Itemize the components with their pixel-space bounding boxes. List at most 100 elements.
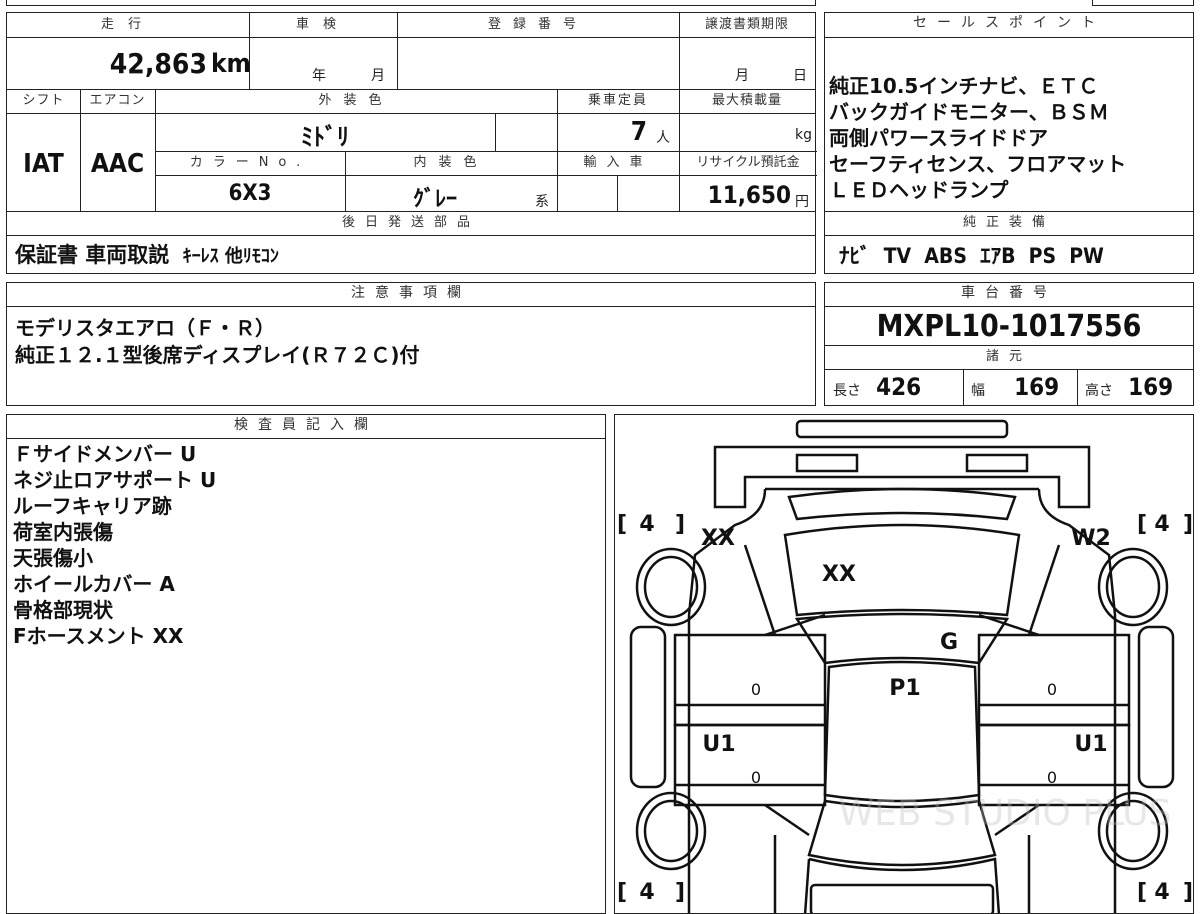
sales-points-label: セールスポイント	[825, 13, 1193, 38]
mileage-unit: km	[211, 49, 251, 79]
svg-text:]: ]	[675, 880, 685, 905]
sales-line: 両側パワースライドドア	[829, 126, 1048, 150]
tire-rear-right-value: 4	[1154, 880, 1169, 905]
later-parts-main: 保証書 車両取説	[15, 243, 170, 267]
length-label: 長さ	[833, 383, 861, 399]
svg-text:]: ]	[675, 512, 685, 537]
mark-left-sill: U1	[702, 732, 735, 757]
inspector-panel: 検査員記入欄 Ｆサイドメンバー U ネジ止ロアサポート U ルーフキャリア跡 荷…	[6, 414, 606, 914]
svg-text:]: ]	[1183, 880, 1193, 905]
ac-label: エアコン	[89, 93, 146, 108]
tire-front-right-value: 4	[1154, 512, 1169, 537]
import-label: 輸入車	[583, 155, 653, 170]
color-no-label: カラーNo.	[189, 155, 311, 170]
svg-text:[: [	[1137, 512, 1147, 537]
inspector-line: Fホースメント XX	[13, 624, 184, 648]
mileage-value: 42,863	[109, 47, 207, 80]
max-load-label: 最大積載量	[711, 93, 782, 108]
svg-text:]: ]	[1183, 512, 1193, 537]
sales-points-panel: セールスポイント 純正10.5インチナビ、ＥＴＣ バックガイドモニター、ＢＳＭ …	[824, 12, 1194, 274]
registration-label: 登録番号	[487, 17, 588, 32]
svg-text:[: [	[617, 880, 627, 905]
notes-list: モデリスタエアロ（Ｆ・Ｒ） 純正１２.１型後席ディスプレイ(Ｒ７２Ｃ)付	[15, 315, 419, 369]
recycle-label: リサイクル預託金	[696, 155, 800, 170]
notes-label: 注意事項欄	[7, 283, 815, 307]
zero-mark: 0	[751, 768, 761, 787]
length-value: 426	[876, 373, 922, 401]
mark-bonnet: XX	[822, 562, 856, 587]
inspector-line: ホイールカバー A	[13, 572, 175, 596]
inspector-line: 荷室内張傷	[13, 520, 113, 544]
interior-suffix: 系	[535, 194, 549, 210]
tire-rear-left-value: 4	[639, 880, 654, 905]
interior-color-value: ｸﾞﾚｰ	[412, 187, 457, 212]
wheel-front-right	[1097, 547, 1169, 627]
notes-panel: 注意事項欄 モデリスタエアロ（Ｆ・Ｒ） 純正１２.１型後席ディスプレイ(Ｒ７２Ｃ…	[6, 282, 816, 406]
front-bumper-outline	[795, 419, 1009, 439]
top-cropped-row	[6, 0, 816, 6]
mark-windshield: G	[940, 630, 958, 655]
bonnet-top	[787, 487, 1017, 521]
chassis-label: 車台番号	[825, 283, 1193, 307]
transfer-day: 日	[793, 68, 807, 84]
left-sill	[629, 625, 667, 789]
inspection-label: 車検	[295, 17, 350, 32]
mark-roof: P1	[889, 676, 920, 701]
chassis-panel: 車台番号 MXPL10-1017556 諸元 長さ 426 幅 169 高さ 1…	[824, 282, 1194, 406]
notes-line: 純正１２.１型後席ディスプレイ(Ｒ７２Ｃ)付	[15, 343, 420, 367]
inspector-line: 天張傷小	[13, 546, 93, 570]
max-load-unit: kg	[795, 127, 812, 143]
grille-outline	[713, 445, 1091, 509]
svg-text:[: [	[1137, 880, 1147, 905]
later-parts-label: 後日発送部品	[341, 215, 480, 230]
headlight-left	[795, 453, 859, 473]
right-sill	[1137, 625, 1175, 789]
mark-front-right: W2	[1071, 526, 1111, 551]
inspection-month: 月	[371, 68, 385, 84]
recycle-value: 11,650	[707, 181, 791, 209]
svg-text:[: [	[617, 512, 627, 537]
sales-line: ＬＥＤヘッドランプ	[829, 178, 1009, 202]
zero-mark: 0	[1047, 768, 1057, 787]
transfer-month: 月	[735, 68, 749, 84]
bonnet	[783, 523, 1021, 617]
mileage-label: 走行	[100, 17, 155, 32]
exterior-color-value: ﾐﾄﾞﾘ	[301, 123, 349, 151]
tire-front-left-value: 4	[639, 512, 654, 537]
inspector-label: 検査員記入欄	[7, 415, 605, 439]
inspection-year: 年	[312, 68, 326, 84]
notes-line: モデリスタエアロ（Ｆ・Ｒ）	[15, 316, 275, 340]
width-value: 169	[1014, 373, 1060, 401]
width-label: 幅	[971, 383, 985, 399]
wheel-front-left	[635, 547, 707, 627]
capacity-value: 7	[630, 117, 647, 147]
shift-value: IAT	[23, 149, 64, 179]
windshield	[794, 612, 1010, 665]
mark-right-sill: U1	[1074, 732, 1107, 757]
ac-value: AAC	[90, 149, 145, 179]
transfer-deadline-label: 譲渡書類期限	[704, 17, 789, 32]
sales-line: 純正10.5インチナビ、ＥＴＣ	[829, 74, 1099, 98]
height-value: 169	[1128, 373, 1174, 401]
later-parts-sub: ｷｰﾚｽ 他ﾘﾓｺﾝ	[182, 246, 279, 267]
top-cropped-right	[1092, 0, 1194, 6]
equipment-label: 純正装備	[962, 215, 1055, 230]
car-diagram: [] [] [] [] 4 4 4 4 XX XX W2 G P1 U1 U1 …	[617, 419, 1193, 913]
mark-front-left: XX	[701, 526, 735, 551]
exterior-color-label: 外装色	[318, 93, 394, 108]
capacity-unit: 人	[656, 130, 670, 146]
capacity-label: 乗車定員	[587, 93, 648, 108]
interior-color-label: 内装色	[413, 155, 489, 170]
vehicle-info-panel: 走行 車検 登録番号 譲渡書類期限 42,863 km 年 月 月 日 シフト …	[6, 12, 817, 274]
inspector-line: Ｆサイドメンバー U	[13, 442, 197, 466]
left-rear-door	[673, 723, 827, 807]
wheel-rear-left	[635, 791, 707, 871]
inspector-list: Ｆサイドメンバー U ネジ止ロアサポート U ルーフキャリア跡 荷室内張傷 天張…	[13, 441, 216, 649]
car-diagram-panel: [] [] [] [] 4 4 4 4 XX XX W2 G P1 U1 U1 …	[614, 414, 1194, 914]
sales-points-list: 純正10.5インチナビ、ＥＴＣ バックガイドモニター、ＢＳＭ 両側パワースライド…	[829, 73, 1126, 203]
sales-line: バックガイドモニター、ＢＳＭ	[829, 100, 1109, 124]
color-no-value: 6X3	[228, 181, 272, 206]
inspector-line: ネジ止ロアサポート U	[13, 468, 217, 492]
sales-line: セーフティセンス、フロアマット	[829, 152, 1127, 176]
headlight-right	[965, 453, 1029, 473]
